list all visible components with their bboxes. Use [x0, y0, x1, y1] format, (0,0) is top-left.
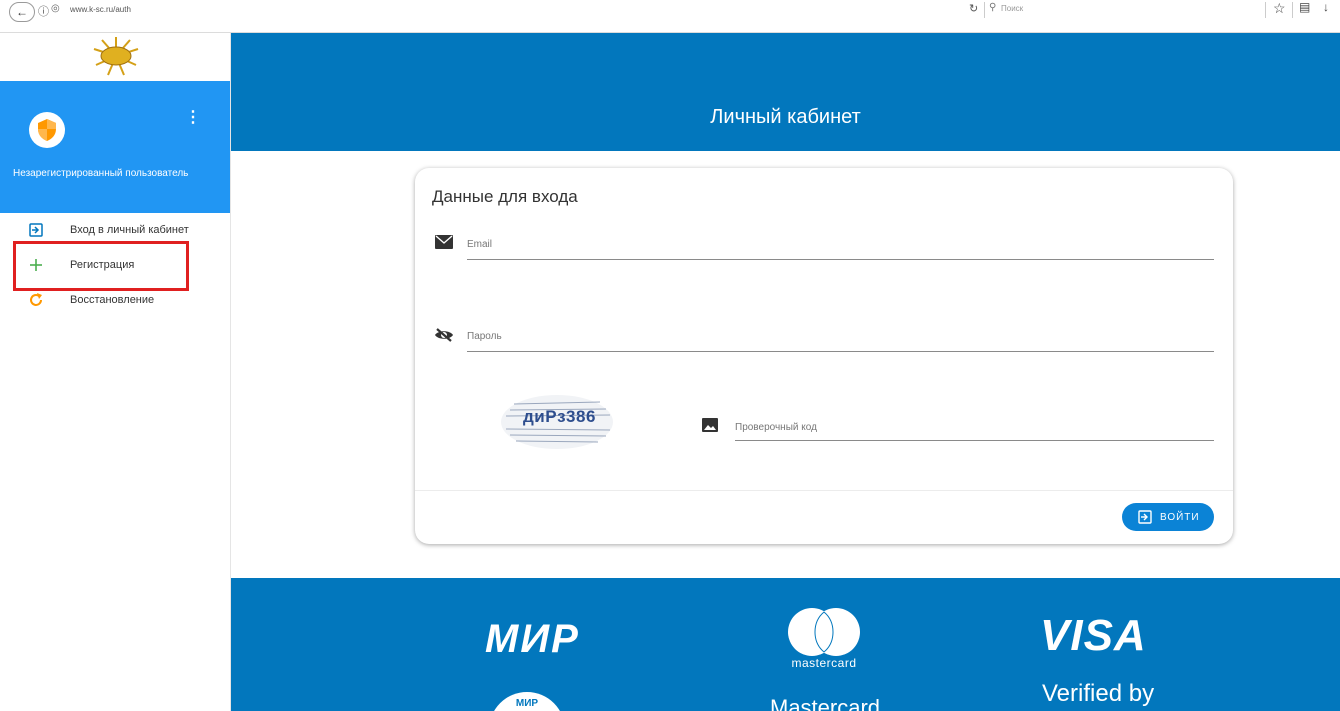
payment-systems-footer: МИР МИР mastercard Mastercard VISA Verif… [231, 578, 1340, 711]
browser-search-box[interactable]: ⚲ Поиск [984, 2, 1265, 18]
page-title: Личный кабинет [710, 106, 861, 128]
login-button-label: ВОЙТИ [1160, 512, 1200, 523]
captcha-code-field[interactable]: Проверочный код [735, 422, 817, 433]
user-panel: ⋮ Незарегистрированный пользователь [0, 81, 230, 213]
sidebar: ⋮ Незарегистрированный пользователь Вход… [0, 33, 231, 711]
verified-by-visa-text: Verified by [1042, 680, 1155, 707]
back-button[interactable]: ← [9, 2, 35, 22]
browser-toolbar: ← ⓘ ◎ www.k-sc.ru/auth ↻ ⚲ Поиск ☆ ▤ ↓ [0, 0, 1340, 33]
site-lock-icon: ◎ [51, 3, 60, 14]
refresh-icon [30, 293, 42, 306]
more-options-icon[interactable]: ⋮ [185, 110, 201, 126]
info-icon[interactable]: ⓘ [38, 3, 49, 19]
captcha-underline [735, 440, 1214, 441]
email-field[interactable]: Email [467, 239, 492, 250]
download-icon[interactable]: ↓ [1323, 0, 1329, 14]
captcha-text: диРз386 [523, 407, 596, 426]
captcha-image: диРз386 [500, 393, 615, 451]
search-icon: ⚲ [989, 2, 997, 13]
email-underline [467, 259, 1214, 260]
mir-accept-logo: МИР [489, 692, 565, 711]
login-icon [29, 223, 43, 237]
company-logo [93, 37, 139, 76]
mastercard-wordmark: mastercard [791, 656, 857, 670]
user-name: Незарегистрированный пользователь [13, 168, 189, 179]
login-button[interactable]: ВОЙТИ [1122, 503, 1214, 531]
card-title: Данные для входа [432, 187, 578, 206]
bookmark-star-icon[interactable]: ☆ [1273, 0, 1286, 17]
mastercard-securecode-text: Mastercard [770, 695, 881, 711]
avatar[interactable] [29, 112, 65, 148]
mastercard-logo [788, 608, 860, 656]
reload-icon[interactable]: ↻ [969, 2, 978, 15]
toolbar-divider [1292, 2, 1293, 18]
login-icon [1138, 510, 1152, 524]
mir-logo: МИР [485, 617, 580, 661]
card-actions: ВОЙТИ [415, 490, 1233, 544]
password-field[interactable]: Пароль [467, 331, 502, 342]
browser-search-placeholder: Поиск [1001, 4, 1024, 13]
address-bar[interactable]: www.k-sc.ru/auth [70, 5, 131, 14]
visa-logo: VISA [1040, 611, 1147, 660]
image-icon [702, 418, 718, 432]
highlight-annotation [13, 241, 189, 291]
sidebar-item-label: Вход в личный кабинет [70, 224, 189, 236]
eye-off-icon[interactable] [434, 328, 454, 342]
login-card: Данные для входа Email Пароль диРз386 Пр… [415, 168, 1233, 544]
reading-list-icon[interactable]: ▤ [1299, 0, 1310, 14]
envelope-icon [435, 235, 453, 249]
sidebar-item-label: Восстановление [70, 294, 155, 306]
toolbar-divider [1265, 2, 1266, 18]
page-header: Личный кабинет [231, 33, 1340, 151]
password-underline [467, 351, 1214, 352]
shield-icon [38, 119, 56, 141]
